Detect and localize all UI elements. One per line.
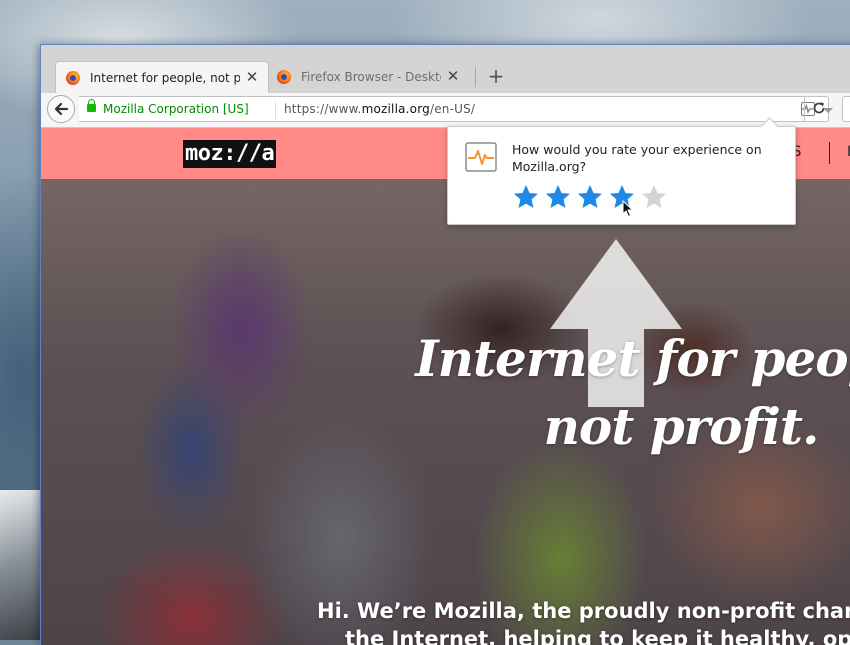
- lock-icon[interactable]: [87, 99, 96, 112]
- firefox-icon: [66, 70, 80, 85]
- site-identity-label[interactable]: Mozilla Corporation [US]: [103, 102, 249, 116]
- url-path: /en-US/: [429, 102, 476, 116]
- star-rating[interactable]: [512, 183, 672, 211]
- star-1-icon[interactable]: [512, 183, 540, 211]
- hero-title-line-1: Internet for people,: [415, 329, 850, 388]
- back-arrow-icon: [54, 102, 69, 116]
- mouse-cursor-icon: [622, 200, 634, 218]
- firefox-icon: [277, 70, 291, 84]
- reload-icon: [813, 102, 825, 114]
- hero-intro-text: Hi. We’re Mozilla, the proudly non-profi…: [317, 597, 850, 645]
- intro-line-2: the Internet, helping to keep it healthy…: [345, 627, 850, 645]
- mozilla-logo[interactable]: moz://a: [183, 140, 277, 168]
- new-tab-button[interactable]: +: [485, 65, 507, 87]
- pulse-icon: [465, 142, 497, 172]
- url-domain: mozilla.org: [361, 102, 430, 116]
- intro-line-1: Hi. We’re Mozilla, the proudly non-profi…: [317, 599, 850, 623]
- close-tab-icon[interactable]: ✕: [244, 69, 260, 85]
- reload-button[interactable]: [804, 96, 832, 122]
- hero-title-line-2: not profit.: [543, 397, 820, 456]
- star-2-icon[interactable]: [544, 183, 572, 211]
- search-box[interactable]: [842, 96, 850, 122]
- url-prefix: https://www.: [284, 102, 362, 116]
- navigation-toolbar: Mozilla Corporation [US] https://www.moz…: [41, 93, 850, 128]
- tab-strip: Internet for people, not profit ✕ Firefo…: [41, 45, 850, 94]
- rating-question: How would you rate your experience on Mo…: [512, 142, 762, 174]
- close-tab-icon[interactable]: ✕: [445, 68, 461, 84]
- address-bar[interactable]: Mozilla Corporation [US] https://www.moz…: [79, 96, 833, 122]
- back-button[interactable]: [47, 95, 75, 123]
- tab-separator: [475, 67, 476, 87]
- tab-mozilla-home[interactable]: Internet for people, not profit ✕: [55, 61, 269, 93]
- tab-title: Firefox Browser - Desktop...: [301, 70, 441, 84]
- url-text[interactable]: https://www.mozilla.org/en-US/: [284, 102, 475, 116]
- star-3-icon[interactable]: [576, 183, 604, 211]
- hero-title: Internet for people, not profit.: [381, 325, 850, 461]
- tab-title: Internet for people, not profit: [90, 70, 240, 85]
- nav-divider: [829, 142, 830, 164]
- desktop-rock-image: [0, 490, 42, 640]
- hero-photo: Internet for people, not profit. Hi. We’…: [41, 179, 850, 645]
- star-5-icon[interactable]: [640, 183, 668, 211]
- url-divider: [275, 101, 276, 119]
- tab-firefox-browser[interactable]: Firefox Browser - Desktop... ✕: [271, 61, 469, 93]
